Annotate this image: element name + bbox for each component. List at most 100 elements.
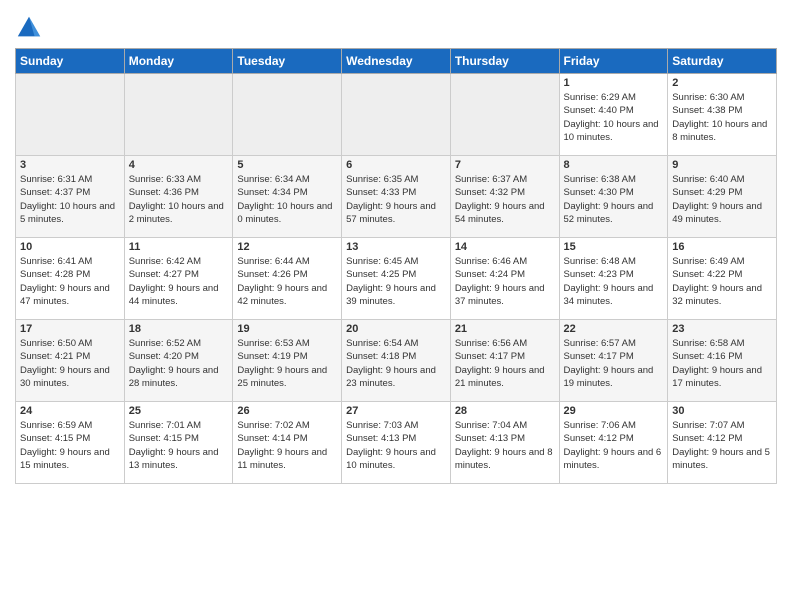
day-cell: 5 Sunrise: 6:34 AMSunset: 4:34 PMDaylight… — [233, 156, 342, 238]
day-cell: 6 Sunrise: 6:35 AMSunset: 4:33 PMDaylight… — [342, 156, 451, 238]
calendar-table: SundayMondayTuesdayWednesdayThursdayFrid… — [15, 48, 777, 484]
day-cell: 11 Sunrise: 6:42 AMSunset: 4:27 PMDayligh… — [124, 238, 233, 320]
day-info: Sunrise: 6:48 AMSunset: 4:23 PMDaylight:… — [564, 255, 664, 308]
day-number: 28 — [455, 405, 555, 417]
day-info: Sunrise: 7:07 AMSunset: 4:12 PMDaylight:… — [672, 419, 772, 472]
day-number: 24 — [20, 405, 120, 417]
day-info: Sunrise: 6:42 AMSunset: 4:27 PMDaylight:… — [129, 255, 229, 308]
day-cell: 17 Sunrise: 6:50 AMSunset: 4:21 PMDayligh… — [16, 320, 125, 402]
day-info: Sunrise: 6:57 AMSunset: 4:17 PMDaylight:… — [564, 337, 664, 390]
day-cell: 23 Sunrise: 6:58 AMSunset: 4:16 PMDayligh… — [668, 320, 777, 402]
day-number: 20 — [346, 323, 446, 335]
day-cell: 27 Sunrise: 7:03 AMSunset: 4:13 PMDayligh… — [342, 402, 451, 484]
day-info: Sunrise: 6:33 AMSunset: 4:36 PMDaylight:… — [129, 173, 229, 226]
day-cell: 10 Sunrise: 6:41 AMSunset: 4:28 PMDayligh… — [16, 238, 125, 320]
day-info: Sunrise: 7:01 AMSunset: 4:15 PMDaylight:… — [129, 419, 229, 472]
day-cell: 18 Sunrise: 6:52 AMSunset: 4:20 PMDayligh… — [124, 320, 233, 402]
day-cell: 28Sunrise: 7:04 AMSunset: 4:13 PMDayligh… — [450, 402, 559, 484]
day-number: 30 — [672, 405, 772, 417]
day-number: 18 — [129, 323, 229, 335]
day-cell: 30 Sunrise: 7:07 AMSunset: 4:12 PMDayligh… — [668, 402, 777, 484]
day-cell: 14 Sunrise: 6:46 AMSunset: 4:24 PMDayligh… — [450, 238, 559, 320]
day-info: Sunrise: 6:58 AMSunset: 4:16 PMDaylight:… — [672, 337, 772, 390]
day-info: Sunrise: 6:41 AMSunset: 4:28 PMDaylight:… — [20, 255, 120, 308]
week-row-5: 24 Sunrise: 6:59 AMSunset: 4:15 PMDayligh… — [16, 402, 777, 484]
day-header-saturday: Saturday — [668, 49, 777, 74]
day-cell — [342, 74, 451, 156]
day-number: 23 — [672, 323, 772, 335]
day-number: 14 — [455, 241, 555, 253]
day-cell: 20 Sunrise: 6:54 AMSunset: 4:18 PMDayligh… — [342, 320, 451, 402]
day-number: 3 — [20, 159, 120, 171]
day-info: Sunrise: 6:52 AMSunset: 4:20 PMDaylight:… — [129, 337, 229, 390]
day-info: Sunrise: 6:50 AMSunset: 4:21 PMDaylight:… — [20, 337, 120, 390]
day-info: Sunrise: 6:35 AMSunset: 4:33 PMDaylight:… — [346, 173, 446, 226]
day-cell: 1Sunrise: 6:29 AMSunset: 4:40 PMDaylight… — [559, 74, 668, 156]
day-header-tuesday: Tuesday — [233, 49, 342, 74]
page: SundayMondayTuesdayWednesdayThursdayFrid… — [0, 0, 792, 494]
day-cell: 29 Sunrise: 7:06 AMSunset: 4:12 PMDayligh… — [559, 402, 668, 484]
day-info: Sunrise: 6:37 AMSunset: 4:32 PMDaylight:… — [455, 173, 555, 226]
day-info: Sunrise: 6:56 AMSunset: 4:17 PMDaylight:… — [455, 337, 555, 390]
day-info: Sunrise: 6:34 AMSunset: 4:34 PMDaylight:… — [237, 173, 337, 226]
week-row-1: 1Sunrise: 6:29 AMSunset: 4:40 PMDaylight… — [16, 74, 777, 156]
day-header-friday: Friday — [559, 49, 668, 74]
day-header-thursday: Thursday — [450, 49, 559, 74]
day-number: 22 — [564, 323, 664, 335]
day-cell: 16 Sunrise: 6:49 AMSunset: 4:22 PMDayligh… — [668, 238, 777, 320]
day-cell: 13 Sunrise: 6:45 AMSunset: 4:25 PMDayligh… — [342, 238, 451, 320]
day-number: 1 — [564, 77, 664, 89]
day-cell: 25 Sunrise: 7:01 AMSunset: 4:15 PMDayligh… — [124, 402, 233, 484]
day-number: 17 — [20, 323, 120, 335]
day-info: Sunrise: 7:03 AMSunset: 4:13 PMDaylight:… — [346, 419, 446, 472]
day-cell — [124, 74, 233, 156]
day-cell — [16, 74, 125, 156]
day-number: 11 — [129, 241, 229, 253]
week-row-4: 17 Sunrise: 6:50 AMSunset: 4:21 PMDayligh… — [16, 320, 777, 402]
day-info: Sunrise: 6:38 AMSunset: 4:30 PMDaylight:… — [564, 173, 664, 226]
day-cell: 22 Sunrise: 6:57 AMSunset: 4:17 PMDayligh… — [559, 320, 668, 402]
day-info: Sunrise: 6:54 AMSunset: 4:18 PMDaylight:… — [346, 337, 446, 390]
day-info: Sunrise: 6:44 AMSunset: 4:26 PMDaylight:… — [237, 255, 337, 308]
day-info: Sunrise: 6:53 AMSunset: 4:19 PMDaylight:… — [237, 337, 337, 390]
day-number: 25 — [129, 405, 229, 417]
day-cell — [450, 74, 559, 156]
day-info: Sunrise: 6:31 AMSunset: 4:37 PMDaylight:… — [20, 173, 120, 226]
week-row-3: 10 Sunrise: 6:41 AMSunset: 4:28 PMDayligh… — [16, 238, 777, 320]
day-number: 9 — [672, 159, 772, 171]
week-row-2: 3 Sunrise: 6:31 AMSunset: 4:37 PMDaylight… — [16, 156, 777, 238]
day-cell: 26Sunrise: 7:02 AMSunset: 4:14 PMDayligh… — [233, 402, 342, 484]
day-info: Sunrise: 6:45 AMSunset: 4:25 PMDaylight:… — [346, 255, 446, 308]
day-header-monday: Monday — [124, 49, 233, 74]
logo — [15, 14, 47, 42]
day-number: 2 — [672, 77, 772, 89]
day-number: 5 — [237, 159, 337, 171]
day-number: 10 — [20, 241, 120, 253]
day-number: 19 — [237, 323, 337, 335]
day-cell: 21 Sunrise: 6:56 AMSunset: 4:17 PMDayligh… — [450, 320, 559, 402]
day-number: 16 — [672, 241, 772, 253]
day-cell: 19 Sunrise: 6:53 AMSunset: 4:19 PMDayligh… — [233, 320, 342, 402]
day-info: Sunrise: 6:59 AMSunset: 4:15 PMDaylight:… — [20, 419, 120, 472]
day-number: 6 — [346, 159, 446, 171]
day-number: 7 — [455, 159, 555, 171]
header-row: SundayMondayTuesdayWednesdayThursdayFrid… — [16, 49, 777, 74]
day-header-wednesday: Wednesday — [342, 49, 451, 74]
day-info: Sunrise: 7:06 AMSunset: 4:12 PMDaylight:… — [564, 419, 664, 472]
day-number: 21 — [455, 323, 555, 335]
day-cell — [233, 74, 342, 156]
day-cell: 15Sunrise: 6:48 AMSunset: 4:23 PMDayligh… — [559, 238, 668, 320]
day-info: Sunrise: 6:46 AMSunset: 4:24 PMDaylight:… — [455, 255, 555, 308]
day-number: 8 — [564, 159, 664, 171]
day-cell: 3 Sunrise: 6:31 AMSunset: 4:37 PMDaylight… — [16, 156, 125, 238]
day-number: 27 — [346, 405, 446, 417]
day-cell: 2Sunrise: 6:30 AMSunset: 4:38 PMDaylight… — [668, 74, 777, 156]
day-number: 29 — [564, 405, 664, 417]
day-info: Sunrise: 7:02 AMSunset: 4:14 PMDaylight:… — [237, 419, 337, 472]
day-info: Sunrise: 6:40 AMSunset: 4:29 PMDaylight:… — [672, 173, 772, 226]
logo-icon — [15, 14, 43, 42]
day-cell: 12Sunrise: 6:44 AMSunset: 4:26 PMDayligh… — [233, 238, 342, 320]
day-number: 4 — [129, 159, 229, 171]
day-info: Sunrise: 6:49 AMSunset: 4:22 PMDaylight:… — [672, 255, 772, 308]
day-number: 13 — [346, 241, 446, 253]
